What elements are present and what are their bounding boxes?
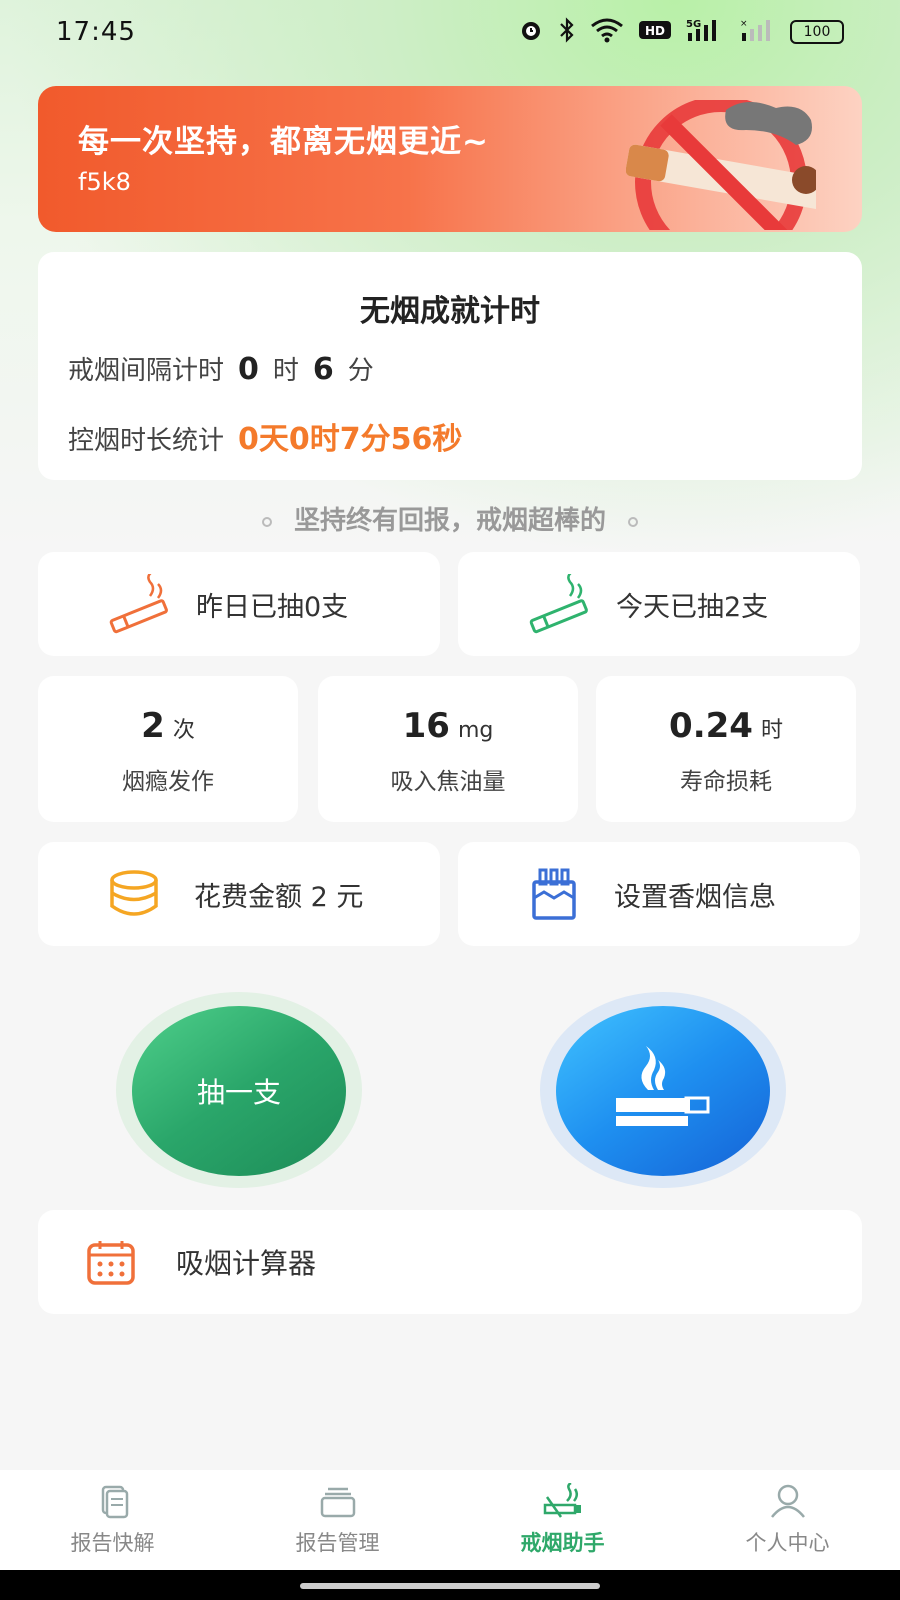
cigarette-orange-icon <box>109 574 168 634</box>
tab-label-report-manage: 报告管理 <box>295 1531 380 1555</box>
cost-card[interactable]: 花费金额 2 元 <box>38 842 440 946</box>
craving-label: 烟瘾发作 <box>122 769 214 795</box>
status-icons: HD 5G × 100 <box>518 16 844 48</box>
tab-label-report-quick: 报告快解 <box>70 1531 155 1555</box>
bottom-tab-bar: 报告快解 报告管理 戒烟助手 个人中心 <box>0 1470 900 1570</box>
calculator-label: 吸烟计算器 <box>176 1247 317 1280</box>
smoke-one-button[interactable]: 抽一支 <box>132 1006 346 1176</box>
motto-text: 坚持终有回报，戒烟超棒的 <box>293 506 606 536</box>
yesterday-smoked-card[interactable]: 昨日已抽0支 <box>38 552 440 656</box>
alarm-icon <box>518 17 544 48</box>
hd-icon: HD <box>638 19 672 46</box>
svg-text:HD: HD <box>645 24 665 38</box>
yesterday-smoked-label: 昨日已抽0支 <box>196 591 349 623</box>
duration-row: 控烟时长统计 0天0时7分56秒 <box>68 414 462 458</box>
cost-label: 花费金额 2 元 <box>194 881 364 913</box>
motto-dot-right <box>628 516 638 527</box>
settings-label: 设置香烟信息 <box>614 881 776 913</box>
svg-text:5G: 5G <box>686 19 701 30</box>
signal-5g-icon: 5G <box>686 17 726 48</box>
tar-label: 吸入焦油量 <box>390 769 506 795</box>
quit-smoking-icon <box>543 1483 581 1518</box>
tar-unit: mg <box>457 718 494 743</box>
interval-minutes: 6 <box>312 352 334 387</box>
cigarette-pack-icon <box>532 868 576 920</box>
wifi-icon <box>590 17 624 48</box>
bluetooth-icon <box>558 16 576 48</box>
interval-hours: 0 <box>238 352 259 387</box>
coins-icon <box>110 870 158 916</box>
tab-label-personal-center: 个人中心 <box>745 1531 830 1555</box>
cigarette-green-icon <box>529 574 588 634</box>
craving-stat-card: 2次 烟瘾发作 <box>38 676 298 822</box>
motivation-banner: 每一次坚持，都离无烟更近~ f5k8 <box>38 86 862 232</box>
life-loss-label: 寿命损耗 <box>680 769 772 795</box>
no-smoke-cigarette-icon <box>616 1046 710 1126</box>
tar-value-row: 16 mg <box>318 706 578 746</box>
interval-timer-row: 戒烟间隔计时 0 时 6 分 <box>68 350 374 387</box>
today-smoked-card[interactable]: 今天已抽2支 <box>458 552 860 656</box>
cigarette-settings-card[interactable]: 设置香烟信息 <box>458 842 860 946</box>
hour-unit: 时 <box>272 356 299 386</box>
system-navigation-bar <box>0 1570 900 1600</box>
report-manage-icon <box>320 1487 355 1518</box>
banner-subtitle: f5k8 <box>78 168 131 196</box>
resist-smoke-button[interactable] <box>556 1006 770 1176</box>
tar-stat-card: 16 mg 吸入焦油量 <box>318 676 578 822</box>
calculator-icon <box>87 1241 135 1285</box>
today-smoked-label: 今天已抽2支 <box>616 591 769 623</box>
banner-title: 每一次坚持，都离无烟更近~ <box>78 124 489 160</box>
smoking-calculator-card[interactable]: 吸烟计算器 <box>38 1210 862 1314</box>
tab-report-manage[interactable]: 报告管理 <box>225 1470 450 1570</box>
life-loss-value: 0.24 <box>669 706 753 746</box>
status-time: 17:45 <box>56 17 136 47</box>
status-bar: 17:45 HD 5G × 100 <box>0 0 900 64</box>
duration-value: 0天0时7分56秒 <box>238 422 463 457</box>
tab-label-quit-smoking: 戒烟助手 <box>520 1531 605 1555</box>
craving-value: 2 <box>141 706 165 746</box>
report-quick-icon <box>101 1485 128 1519</box>
motto-text-row: 坚持终有回报，戒烟超棒的 <box>0 500 900 537</box>
signal-icon: × <box>740 17 776 48</box>
smoke-free-timer-card: 无烟成就计时 戒烟间隔计时 0 时 6 分 控烟时长统计 0天0时7分56秒 <box>38 252 862 480</box>
timer-title: 无烟成就计时 <box>360 294 540 329</box>
tab-report-quick[interactable]: 报告快解 <box>0 1470 225 1570</box>
duration-label: 控烟时长统计 <box>68 426 225 456</box>
life-loss-unit: 时 <box>760 718 783 743</box>
svg-text:×: × <box>740 19 748 29</box>
life-loss-stat-card: 0.24 时 寿命损耗 <box>596 676 856 822</box>
motto-dot-left <box>261 516 272 527</box>
user-icon <box>770 1484 805 1518</box>
interval-label: 戒烟间隔计时 <box>68 356 225 386</box>
tar-value: 16 <box>402 706 450 746</box>
no-smoking-illustration <box>626 100 816 230</box>
craving-unit: 次 <box>172 718 195 743</box>
tab-quit-smoking[interactable]: 戒烟助手 <box>450 1470 675 1570</box>
craving-value-row: 2次 <box>38 706 298 746</box>
tab-personal-center[interactable]: 个人中心 <box>675 1470 900 1570</box>
life-loss-value-row: 0.24 时 <box>596 706 856 746</box>
home-indicator[interactable] <box>300 1583 600 1589</box>
battery-indicator: 100 <box>790 20 844 44</box>
minute-unit: 分 <box>347 356 374 386</box>
